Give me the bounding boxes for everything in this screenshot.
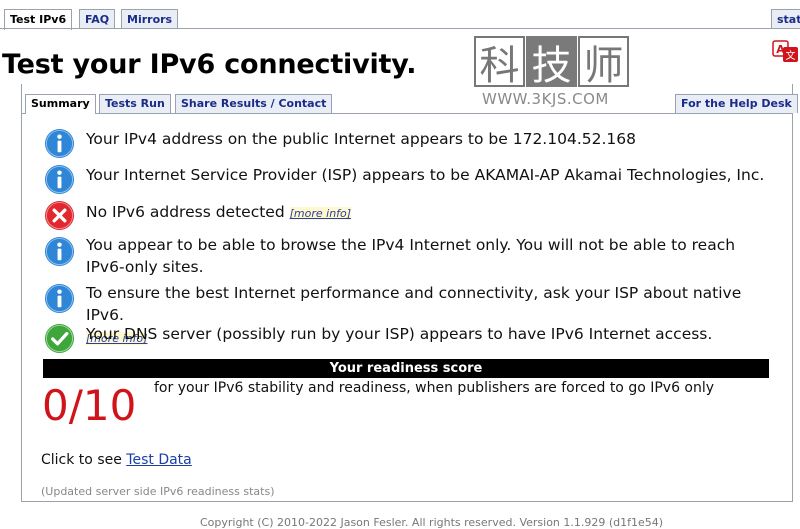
page-title: Test your IPv6 connectivity. [2,49,417,80]
svg-text:文: 文 [786,49,796,62]
more-info-link[interactable]: [more info] [289,207,352,220]
translate-icon[interactable]: A 文 [772,40,800,64]
info-icon [44,164,75,195]
result-no-ipv6-text: No IPv6 address detected [86,203,285,221]
updated-stats-note[interactable]: (Updated server side IPv6 readiness stat… [41,485,275,498]
result-ipv4-address: Your IPv4 address on the public Internet… [86,130,636,148]
test-data-link[interactable]: Test Data [126,452,191,468]
tab-test-ipv6[interactable]: Test IPv6 [4,9,73,30]
test-data-line: Click to see Test Data [41,452,192,468]
result-native-ipv6-text: To ensure the best Internet performance … [86,284,742,324]
result-isp: Your Internet Service Provider (ISP) app… [86,166,765,184]
readiness-score-value: 0/10 [42,381,137,430]
error-icon [44,200,75,231]
watermark-char-3: 师 [578,36,629,89]
tab-mirrors[interactable]: Mirrors [121,9,179,29]
tab-strip-divider [0,28,800,29]
test-data-prefix: Click to see [41,452,127,468]
tab-stats[interactable]: stats [771,9,800,29]
subtab-divider [21,113,793,114]
info-icon [44,128,75,159]
subtab-share-results[interactable]: Share Results / Contact [175,94,333,113]
info-icon [44,236,75,267]
info-icon [44,283,75,314]
readiness-score-description: for your IPv6 stability and readiness, w… [154,380,715,396]
watermark-char-2: 技 [526,36,577,89]
result-ipv4-only: You appear to be able to browse the IPv4… [86,236,736,276]
subtab-help-desk[interactable]: For the Help Desk [675,94,798,113]
readiness-score-heading: Your readiness score [43,359,769,378]
check-icon [44,323,75,354]
result-dns: Your DNS server (possibly run by your IS… [86,325,713,343]
tab-faq[interactable]: FAQ [79,9,116,29]
subtab-tests-run[interactable]: Tests Run [99,94,171,113]
watermark-char-1: 科 [474,36,525,89]
result-no-ipv6: No IPv6 address detected [more info] [86,201,766,223]
subtab-summary[interactable]: Summary [25,94,96,114]
